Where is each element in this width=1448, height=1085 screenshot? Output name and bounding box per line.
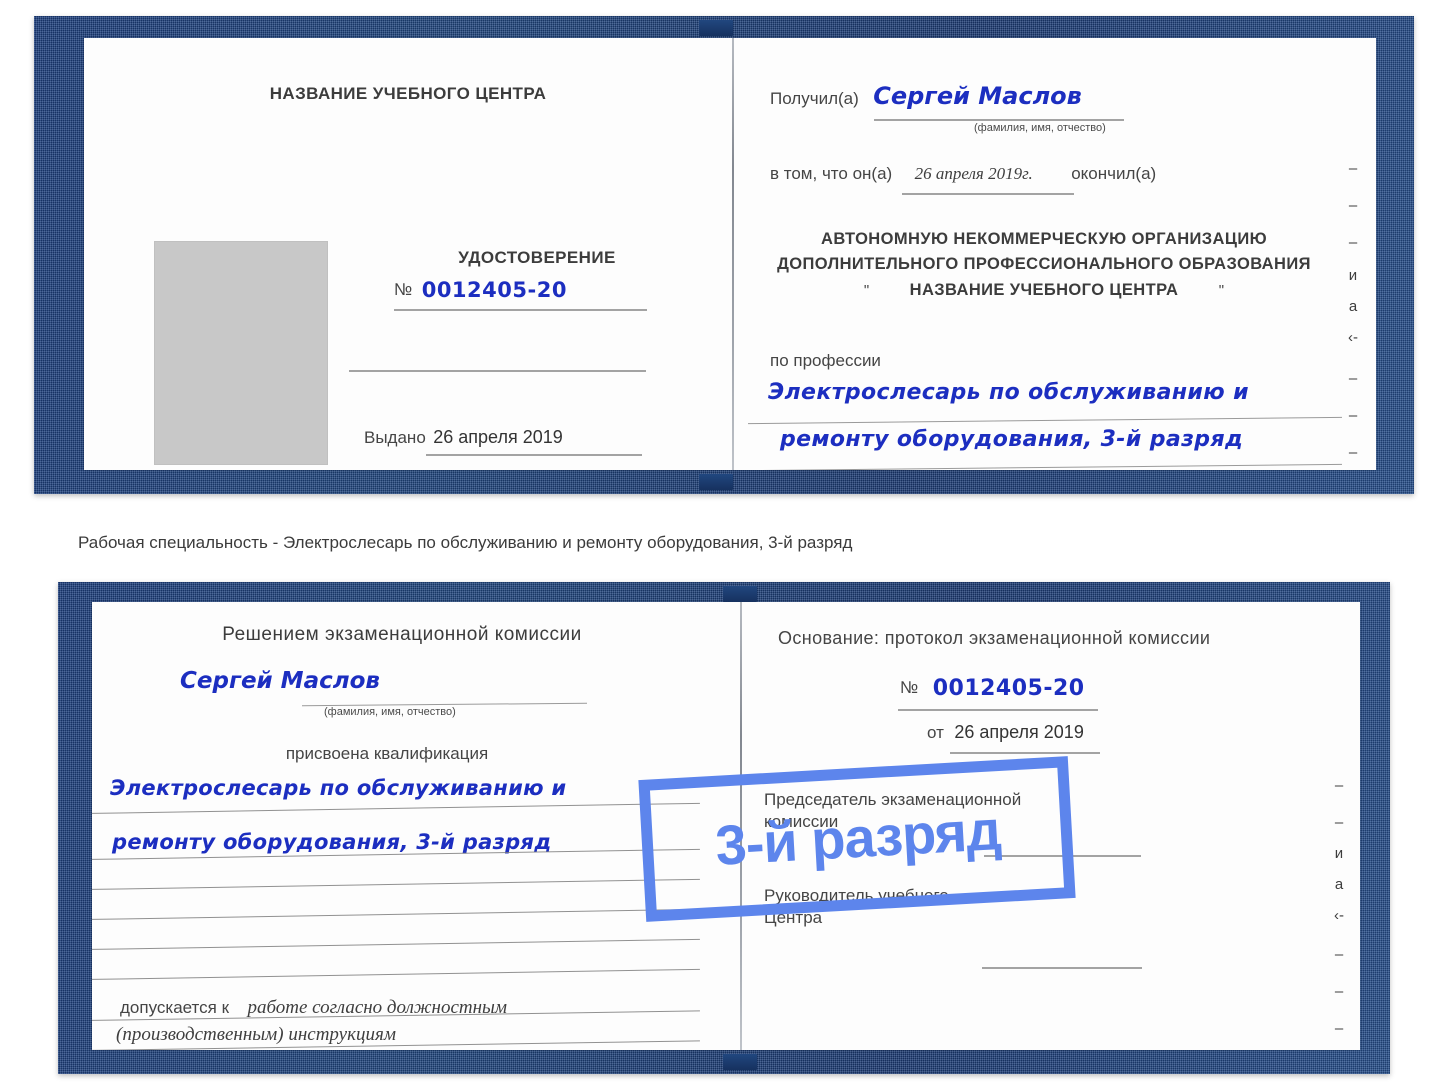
org-line-2: ДОПОЛНИТЕЛЬНОГО ПРОФЕССИОНАЛЬНОГО ОБРАЗО… [777,255,1311,273]
recipient-label: Получил(а) [770,89,859,108]
photo-placeholder [154,241,328,465]
fio-hint-bottom: (фамилия, имя, отчество) [324,706,456,718]
top-certificate-book: НАЗВАНИЕ УЧЕБНОГО ЦЕНТРА УДОСТОВЕРЕНИЕ №… [34,16,1414,494]
document-type-title: УДОСТОВЕРЕНИЕ [458,248,616,267]
edge-fragment: а [1348,298,1358,315]
edge-fragment: – [1348,234,1358,251]
edge-fragment: ‹- [1348,329,1358,346]
admission-label: допускается к [120,998,230,1017]
profession-rule-1 [748,416,1342,425]
finished-label: окончил(а) [1071,164,1157,183]
completion-row: в том, что он(а) 26 апреля 2019г. окончи… [770,164,1156,184]
recipient-row: Получил(а) Сергей Маслов [770,82,1082,110]
recipient-underline [874,119,1124,121]
protocol-date-row: от 26 апреля 2019 [927,722,1084,743]
spine-tab-top [699,20,733,36]
ruled-line [92,802,700,814]
ruled-line [92,968,700,980]
qualification-line-1: Электрослесарь по обслуживанию и [110,776,567,800]
edge-fragment: и [1334,845,1344,862]
completion-date-underline [902,193,1074,195]
issue-date-underline [426,454,642,456]
that-he-label: в том, что он(а) [770,164,893,183]
commission-decision-heading: Решением экзаменационной комиссии [222,624,582,645]
quote-close: " [1218,282,1225,299]
ruled-line [92,938,700,950]
top-right-page: Получил(а) Сергей Маслов (фамилия, имя, … [734,38,1376,470]
edge-fragment: – [1334,1020,1344,1037]
certificate-number-row: № 0012405-20 [394,278,567,302]
spine-tab-bottom [723,1054,757,1070]
basis-label: Основание: протокол экзаменационной коми… [778,628,1211,648]
protocol-number-label: № [900,678,919,697]
admission-value-line-2: (производственным) инструкциям [116,1024,396,1045]
ruled-line [92,878,700,890]
page-caption: Рабочая специальность - Электрослесарь п… [78,533,853,552]
top-left-page: НАЗВАНИЕ УЧЕБНОГО ЦЕНТРА УДОСТОВЕРЕНИЕ №… [84,38,732,470]
edge-fragment: ‹- [1334,907,1344,924]
protocol-number-row: № 0012405-20 [900,676,1085,701]
edge-fragment: – [1348,444,1358,461]
number-label: № [394,280,413,299]
profession-rule-2 [748,463,1342,470]
edge-fragment: – [1334,814,1344,831]
edge-fragment: – [1348,370,1358,387]
certificate-number-underline [394,309,647,311]
edge-fragment: – [1348,160,1358,177]
profession-line-2: ремонту оборудования, 3-й разряд [780,427,1244,452]
edge-fragment: а [1334,876,1344,893]
ruled-line [92,908,700,920]
spine-tab-bottom [699,474,733,490]
edge-fragment: – [1334,983,1344,1000]
training-center-title: НАЗВАНИЕ УЧЕБНОГО ЦЕНТРА [269,84,547,103]
fio-hint-top: (фамилия, имя, отчество) [974,122,1106,134]
protocol-date-underline [950,752,1100,754]
issued-label: Выдано [364,428,426,447]
recipient-name: Сергей Маслов [873,82,1082,110]
org-line-3-row: " НАЗВАНИЕ УЧЕБНОГО ЦЕНТРА " [734,281,1354,300]
profession-label: по профессии [770,351,881,370]
edge-fragment: – [1334,777,1344,794]
edge-fragment: – [1348,407,1358,424]
certificate-number-value: 0012405-20 [421,278,567,302]
protocol-number-value: 0012405-20 [932,676,1085,701]
edge-fragment: – [1348,197,1358,214]
profession-line-1: Электрослесарь по обслуживанию и [768,380,1249,405]
qualification-line-2: ремонту оборудования, 3-й разряд [112,830,552,854]
spine-tab-top [723,586,757,602]
protocol-date-label: от [927,723,944,742]
graduate-name: Сергей Маслов [180,668,380,694]
head-signature-rule [982,967,1142,969]
edge-fragment: и [1348,267,1358,284]
org-line-1: АВТОНОМНУЮ НЕКОММЕРЧЕСКУЮ ОРГАНИЗАЦИЮ [821,230,1267,248]
issue-date-row: Выдано 26 апреля 2019 [364,427,563,448]
blank-rule-1 [349,370,646,372]
org-line-3: НАЗВАНИЕ УЧЕБНОГО ЦЕНТРА [909,281,1179,299]
page-edge-fragments-top: – – – и а ‹- – – – [1342,160,1364,461]
completion-date: 26 апреля 2019г. [914,164,1033,183]
protocol-number-underline [898,709,1098,711]
qualification-label: присвоена квалификация [285,744,489,763]
quote-open: " [863,282,870,299]
edge-fragment: – [1334,946,1344,963]
page-edge-fragments-bottom: – – и а ‹- – – – – [1328,777,1350,1037]
issued-value: 26 апреля 2019 [433,427,563,447]
top-certificate-pages: НАЗВАНИЕ УЧЕБНОГО ЦЕНТРА УДОСТОВЕРЕНИЕ №… [84,38,1376,470]
protocol-date-value: 26 апреля 2019 [954,722,1084,742]
